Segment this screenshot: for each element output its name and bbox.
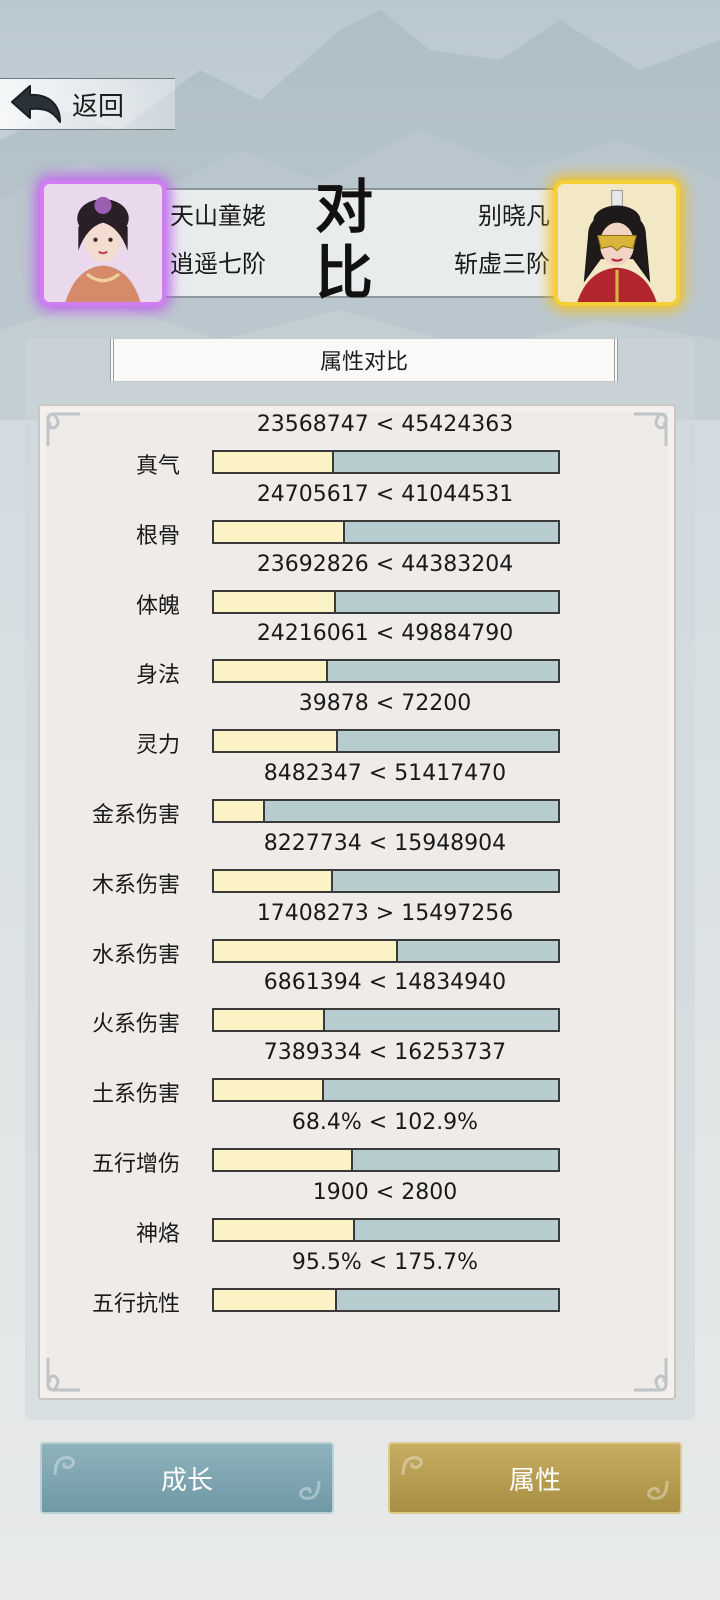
stat-comparison-value: 24705617 < 41044531	[256, 481, 514, 507]
female-character-portrait-icon	[44, 184, 162, 302]
cloud-swirl-icon	[401, 1456, 423, 1476]
stat-comparison-value: 7389334 < 16253737	[263, 1040, 507, 1066]
stat-row: 23568747 < 45424363 真气	[40, 412, 674, 479]
stat-row: 39878 < 72200 灵力	[40, 691, 674, 759]
comparison-bar-left-fill	[214, 1150, 354, 1170]
comparison-bar	[212, 799, 560, 823]
comparison-bar	[212, 729, 560, 754]
comparison-bar-left-fill	[214, 521, 346, 542]
comparison-bar-left-fill	[214, 1010, 325, 1031]
stat-label: 体魄	[135, 593, 180, 619]
stat-row: 1900 < 2800 神烙	[40, 1179, 674, 1247]
stat-comparison-value: 23568747 < 45424363	[256, 412, 514, 437]
stat-label: 根骨	[135, 523, 180, 549]
stat-label: 灵力	[135, 733, 180, 759]
stat-row: 8227734 < 15948904 木系伤害	[40, 830, 674, 898]
attributes-label: 属性	[508, 1465, 561, 1496]
comparison-bar	[212, 1078, 560, 1103]
stat-label: 神烙	[135, 1221, 180, 1247]
comparison-bar	[212, 659, 560, 684]
stat-row: 7389334 < 16253737 土系伤害	[40, 1040, 674, 1108]
stat-comparison-value: 39878 < 72200	[298, 691, 472, 717]
cloud-swirl-icon	[647, 1480, 669, 1500]
stat-row: 95.5% < 175.7% 五行抗性	[40, 1249, 674, 1317]
growth-label: 成长	[160, 1465, 213, 1496]
stat-comparison-value: 1900 < 2800	[312, 1179, 458, 1205]
panel-title: 属性对比	[110, 338, 618, 382]
corner-swirl-icon	[630, 1354, 670, 1394]
stat-label: 水系伤害	[91, 942, 180, 968]
stat-label: 身法	[135, 663, 180, 689]
stat-comparison-value: 17408273 > 15497256	[256, 900, 514, 926]
stat-comparison-value: 95.5% < 175.7%	[291, 1249, 479, 1275]
stat-row: 23692826 < 44383204 体魄	[40, 551, 674, 619]
comparison-bar	[212, 450, 560, 474]
stat-label: 火系伤害	[91, 1012, 180, 1038]
versus-header: 天山童姥 逍遥七阶 对 比 别晓凡 斩虚三阶	[40, 173, 680, 307]
comparison-bar-left-fill	[214, 1289, 338, 1310]
cloud-swirl-icon	[53, 1456, 75, 1476]
left-player-rank: 逍遥七阶	[170, 250, 266, 278]
right-player-name: 别晓凡	[478, 202, 550, 230]
comparison-bar	[212, 1008, 560, 1033]
comparison-bar-left-fill	[214, 870, 333, 891]
comparison-bar	[212, 519, 560, 544]
comparison-bar-left-fill	[214, 452, 334, 472]
back-arrow-icon	[11, 85, 61, 123]
attribute-panel: 属性对比 23568747 < 45424363 真气 24705617 < 410…	[25, 338, 695, 1420]
stat-comparison-value: 8227734 < 15948904	[263, 830, 507, 856]
masked-character-portrait-icon	[558, 184, 676, 302]
right-player-rank: 斩虚三阶	[454, 250, 550, 278]
stat-comparison-value: 8482347 < 51417470	[263, 761, 507, 786]
stat-row: 24216061 < 49884790 身法	[40, 621, 674, 689]
comparison-bar-left-fill	[214, 1219, 355, 1240]
comparison-bar-left-fill	[214, 1080, 324, 1101]
stat-label: 真气	[135, 454, 180, 479]
stat-row: 8482347 < 51417470 金系伤害	[40, 761, 674, 828]
comparison-bar	[212, 589, 560, 614]
stat-row: 68.4% < 102.9% 五行增伤	[40, 1110, 674, 1177]
comparison-bar	[212, 868, 560, 893]
stat-card: 23568747 < 45424363 真气 24705617 < 41044531…	[38, 404, 676, 1400]
growth-button[interactable]: 成长	[40, 1442, 334, 1514]
comparison-bar	[212, 1287, 560, 1312]
stat-comparison-value: 24216061 < 49884790	[256, 621, 514, 647]
comparison-bar-left-fill	[214, 591, 336, 612]
stat-label: 土系伤害	[91, 1082, 180, 1108]
comparison-bar-left-fill	[214, 801, 265, 821]
stat-row: 6861394 < 14834940 火系伤害	[40, 970, 674, 1038]
versus-title-bottom: 比	[315, 239, 376, 307]
stat-comparison-value: 23692826 < 44383204	[256, 551, 514, 577]
comparison-bar-left-fill	[214, 731, 339, 752]
comparison-bar-left-fill	[214, 661, 329, 682]
stat-row: 17408273 > 15497256 水系伤害	[40, 900, 674, 968]
comparison-bar	[212, 1148, 560, 1172]
stat-label: 五行抗性	[91, 1291, 180, 1317]
left-player-avatar[interactable]	[40, 180, 166, 306]
stat-comparison-value: 6861394 < 14834940	[263, 970, 507, 996]
comparison-bar	[212, 1217, 560, 1242]
right-player-avatar[interactable]	[554, 180, 680, 306]
cloud-swirl-icon	[299, 1480, 321, 1500]
corner-swirl-icon	[44, 1354, 84, 1394]
stat-label: 金系伤害	[91, 803, 180, 828]
left-player-name: 天山童姥	[170, 202, 266, 230]
stat-row: 24705617 < 41044531 根骨	[40, 481, 674, 549]
back-label: 返回	[72, 91, 125, 122]
stat-comparison-value: 68.4% < 102.9%	[291, 1110, 479, 1135]
stat-label: 五行增伤	[91, 1152, 180, 1177]
comparison-bar-left-fill	[214, 940, 398, 961]
comparison-bar	[212, 938, 560, 963]
attributes-button[interactable]: 属性	[388, 1442, 682, 1514]
stat-label: 木系伤害	[91, 872, 180, 898]
back-button[interactable]: 返回	[0, 78, 175, 130]
